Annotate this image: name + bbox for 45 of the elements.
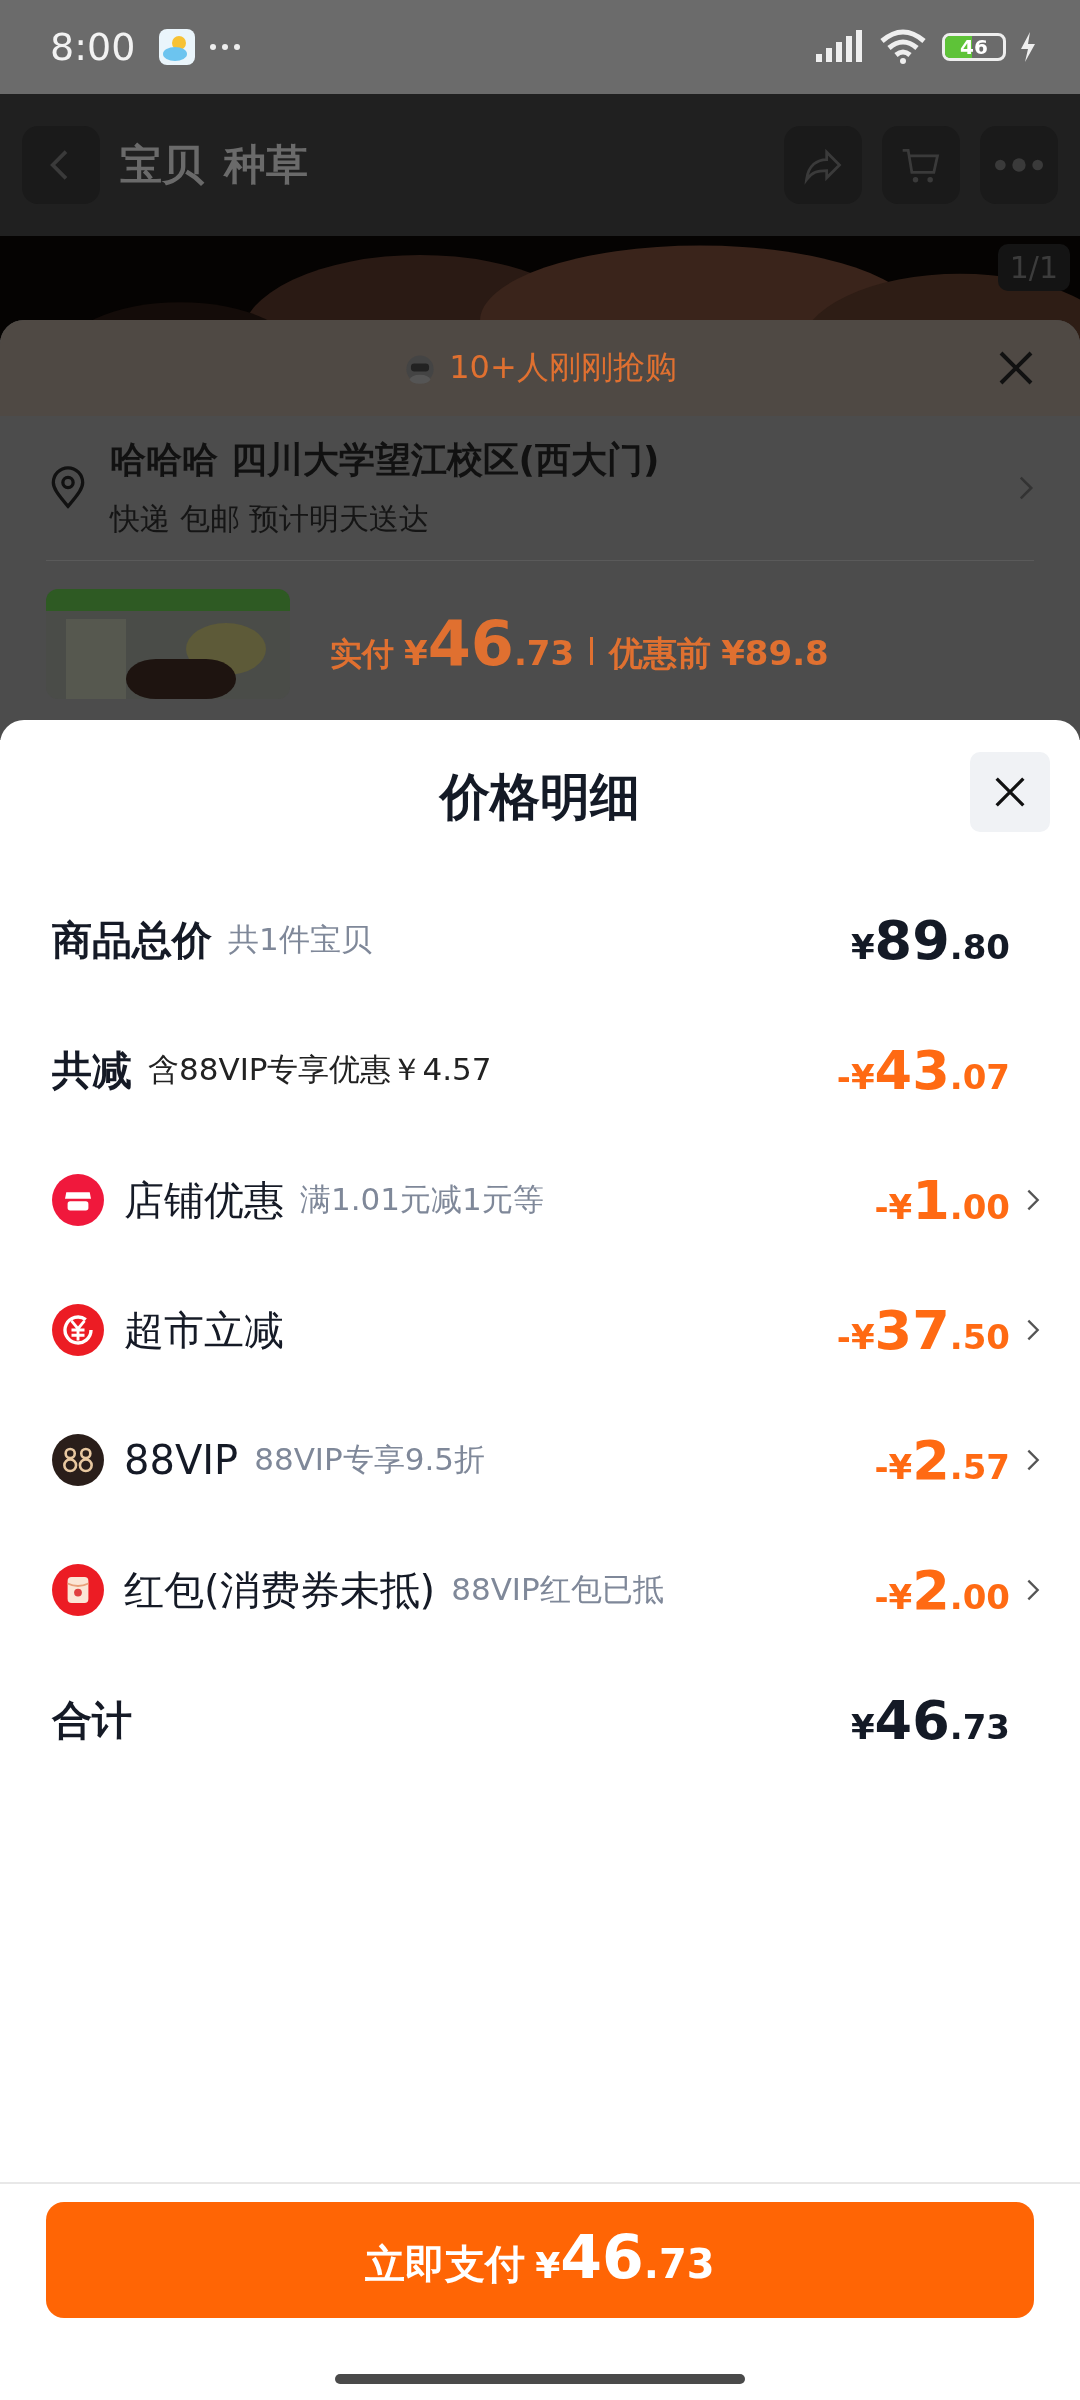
nav-tab[interactable]: 宝贝 [120,137,204,193]
nav-tab[interactable]: 种草 [224,137,308,193]
chevron-icon[interactable] [1026,1448,1040,1472]
address-text: 哈哈哈 四川大学望江校区(西大门) [110,438,661,482]
chevron-icon[interactable] [1026,1188,1040,1212]
weather-icon [159,29,196,65]
shop-icon [52,1174,104,1226]
status-time: 8:00 [50,25,136,69]
row-amount: -¥43.07 [836,1038,1010,1102]
more-notifications-icon [209,43,242,51]
row-label: 商品总价 [52,915,212,965]
row-amount: ¥89.80 [850,908,1010,972]
row-amount: ¥46.73 [850,1688,1010,1752]
row-note: 满1.01元减1元等 [300,1180,544,1219]
row-amount: -¥37.50 [836,1298,1010,1362]
yen-coupon-icon [52,1304,104,1356]
row-label: 店铺优惠 [124,1175,284,1225]
paid-label: 实付 [330,634,394,675]
row-note: 含88VIP专享优惠￥4.57 [148,1050,492,1089]
row-note: 88VIP专享9.5折 [254,1440,485,1479]
chevron-icon[interactable] [1026,1578,1040,1602]
row-note: 共1件宝贝 [228,920,372,959]
signal-icon [814,30,864,64]
original-price: ¥89.8 [721,633,829,673]
chevron-icon [1018,475,1034,501]
row-label: 88VIP [124,1437,239,1483]
pay-now-button[interactable]: 立即支付 ¥46.73 [46,2202,1034,2318]
vip-badge-icon [52,1434,104,1486]
wifi-icon [878,29,928,65]
row-label: 合计 [52,1695,132,1745]
paid-amount: ¥46.73 [404,607,575,680]
envelope-icon [52,1564,104,1616]
banner-text: 10+人刚刚抢购 [449,347,677,388]
chevron-icon[interactable] [1026,1318,1040,1342]
row-amount: -¥2.57 [874,1428,1010,1492]
row-label: 共减 [52,1045,132,1095]
row-label: 红包(消费券未抵) [124,1565,436,1615]
row-note: 88VIP红包已抵 [451,1570,664,1609]
row-label: 超市立减 [124,1305,284,1355]
row-amount: -¥1.00 [874,1168,1010,1232]
sheet-title: 价格明细 [440,767,640,828]
close-button[interactable] [970,752,1050,832]
original-price-label: 优惠前 [609,632,712,675]
row-amount: -¥2.00 [874,1558,1010,1622]
charging-icon [1020,32,1036,62]
